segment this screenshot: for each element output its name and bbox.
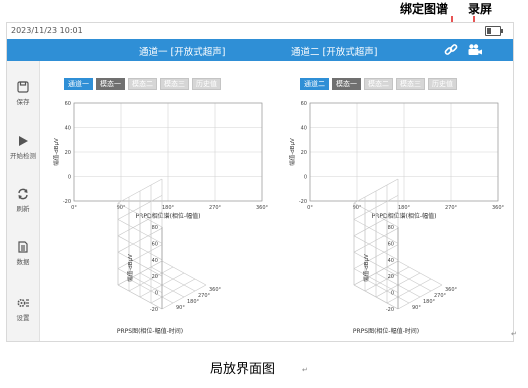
prps-ztick-label: 0 <box>155 291 158 297</box>
status-bar: 2023/11/23 10:01 <box>7 23 513 39</box>
prpd-xtick-label: 180° <box>398 205 411 211</box>
prps-ztick-label: 60 <box>152 241 158 247</box>
settings-icon <box>17 298 29 308</box>
prps-ztick-label: 60 <box>388 241 394 247</box>
prps-ztick-label: -20 <box>386 307 394 313</box>
sidebar-item-label: 保存 <box>16 98 30 106</box>
channel2-panel: 通道二 模态一 模态二 模态三 历史值 60 40 20 0 -20 0° 90° 180° 270° 3… <box>276 61 510 341</box>
prps-phase-tick-label: 270° <box>198 293 211 299</box>
figure-caption: 局放界面图 <box>210 362 276 377</box>
play-icon <box>19 136 28 146</box>
battery-icon <box>485 26 503 36</box>
prps-phase-tick-label: 180° <box>423 299 436 305</box>
channel1-panel: 通道一 模态一 模态二 模态三 历史值 60 40 20 0 -20 0° 90° 180° 270° 3… <box>40 61 274 341</box>
prps-ztick-label: 80 <box>152 225 158 231</box>
channel1-charts: 6040200-200° 90° 180° 270° 360°幅值-dBμVPRPD相位… <box>52 101 269 335</box>
prps-ztick-label: 20 <box>388 274 394 280</box>
channel1-tabs: 通道一 模态一 模态二 模态三 历史值 <box>64 71 224 90</box>
prps-ztick-label: 0 <box>391 291 394 297</box>
sidebar-item-refresh[interactable]: 刷新 <box>7 188 39 213</box>
prps-ylabel: 幅值-dBμV <box>362 254 370 282</box>
prps-ztick-label: 20 <box>152 274 158 280</box>
prpd-xlabel: PRPD相位谱(相位-幅值) <box>372 212 437 220</box>
channel1-title: 通道一 [开放式超声] <box>139 47 226 58</box>
prps-phase-tick-label: 360° <box>209 287 222 293</box>
prps-phase-tick-label: 270° <box>434 293 447 299</box>
prps-phase-tick-label: 90° <box>176 305 185 311</box>
link-icon[interactable] <box>443 42 459 58</box>
prpd-ytick-label: 0 <box>304 175 307 181</box>
sidebar-item-label: 开始检测 <box>10 152 36 160</box>
prps-ztick-label: 80 <box>388 225 394 231</box>
prps-ztick-label: 40 <box>152 258 158 264</box>
channel2-title: 通道二 [开放式超声] <box>291 47 378 58</box>
data-icon <box>18 241 28 253</box>
prpd-ytick-label: 20 <box>301 150 307 156</box>
sidebar-item-label: 设置 <box>16 314 30 322</box>
prpd-ytick-label: 0 <box>68 175 71 181</box>
channel2-charts: 6040200-200° 90° 180° 270° 360°幅值-dBμVPRPD相位… <box>288 101 505 335</box>
prpd-ylabel: 幅值-dBμV <box>288 138 296 166</box>
sidebar: 保存 开始检测 刷新 数据 设置 <box>7 61 40 341</box>
prpd-ytick-label: 40 <box>301 126 307 132</box>
sidebar-item-label: 刷新 <box>16 205 30 213</box>
prps-phase-tick-label: 180° <box>187 299 200 305</box>
prps-ztick-label: 40 <box>388 258 394 264</box>
sidebar-item-settings[interactable]: 设置 <box>7 297 39 322</box>
prpd-ytick-label: -20 <box>299 199 307 205</box>
prpd-xtick-label: 360° <box>256 205 269 211</box>
prpd-ytick-label: -20 <box>63 199 71 205</box>
sidebar-item-label: 数据 <box>16 258 30 266</box>
device-screen: 2023/11/23 10:01 通道一 [开放式超声] 通道二 [开放式超声]… <box>6 22 514 342</box>
prpd-ytick-label: 60 <box>65 101 71 107</box>
prpd-ytick-label: 60 <box>301 101 307 107</box>
channel2-tabs: 通道二 模态一 模态二 模态三 历史值 <box>300 71 460 90</box>
return-mark: ↵ <box>302 366 308 374</box>
prpd-ytick-label: 20 <box>65 150 71 156</box>
prpd-ylabel: 幅值-dBμV <box>52 138 60 166</box>
return-mark: ↵ <box>511 330 517 338</box>
main-area: 通道一 模态一 模态二 模态三 历史值 60 40 20 0 -20 0° 90° 180° 270° 3… <box>40 61 513 341</box>
prpd-xtick-label: 270° <box>209 205 222 211</box>
sidebar-item-start-detect[interactable]: 开始检测 <box>7 135 39 160</box>
prps-ztick-label: -20 <box>150 307 158 313</box>
prpd-xtick-label: 270° <box>445 205 458 211</box>
prps-phase-tick-label: 360° <box>445 287 458 293</box>
prps-xlabel: PRPS图(相位-幅值-时间) <box>117 327 183 335</box>
prps-xlabel: PRPS图(相位-幅值-时间) <box>353 327 419 335</box>
save-icon <box>17 81 29 93</box>
sidebar-item-data[interactable]: 数据 <box>7 241 39 266</box>
channel-title-bar: 通道一 [开放式超声] 通道二 [开放式超声] <box>7 39 513 61</box>
refresh-icon <box>18 188 28 200</box>
prpd-xtick-label: 0° <box>71 205 77 211</box>
prpd-ytick-label: 40 <box>65 126 71 132</box>
prps-ylabel: 幅值-dBμV <box>126 254 134 282</box>
prpd-xtick-label: 0° <box>307 205 313 211</box>
prpd-xlabel: PRPD相位谱(相位-幅值) <box>136 212 201 220</box>
camera-icon[interactable] <box>467 42 483 58</box>
status-time: 2023/11/23 10:01 <box>11 26 83 35</box>
sidebar-item-save[interactable]: 保存 <box>7 81 39 106</box>
prpd-xtick-label: 360° <box>492 205 505 211</box>
prpd-xtick-label: 180° <box>162 205 175 211</box>
prps-phase-tick-label: 90° <box>412 305 421 311</box>
